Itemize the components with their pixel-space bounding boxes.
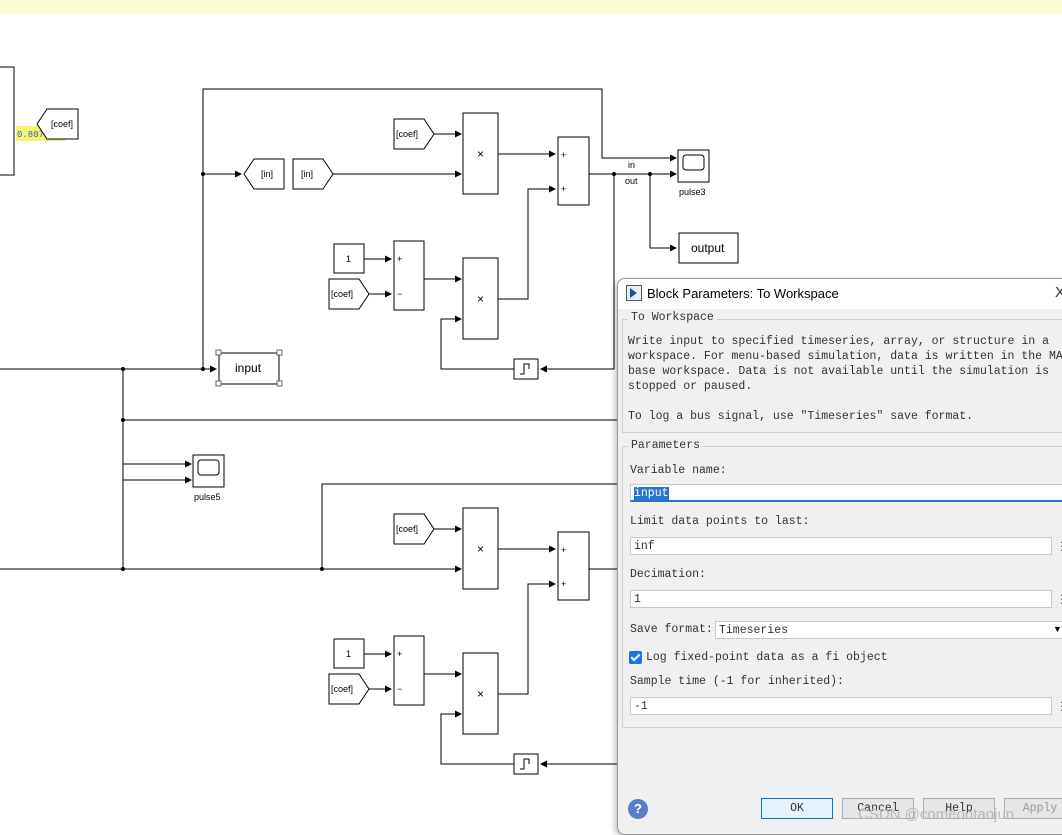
product-symbol-4: × <box>477 687 484 701</box>
sum-minus-label: − <box>397 684 402 694</box>
dialog-title: Block Parameters: To Workspace <box>647 286 839 301</box>
limit-data-label: Limit data points to last: <box>630 515 810 528</box>
more-options-icon[interactable]: ⋮ <box>1056 537 1062 555</box>
save-format-label: Save format: <box>630 623 713 636</box>
variable-name-input[interactable]: input <box>630 484 1062 502</box>
sum-block-1[interactable] <box>557 136 590 206</box>
scope-pulse5-label: pulse5 <box>194 492 221 502</box>
sum-minus-label: − <box>397 289 402 299</box>
sum-plus-label: + <box>561 579 566 589</box>
variable-name-value: input <box>634 487 669 500</box>
limit-data-input[interactable]: inf <box>630 537 1052 555</box>
sum-plus-label: + <box>397 649 402 659</box>
chevron-down-icon: ▼ <box>1053 624 1062 634</box>
ok-button[interactable]: OK <box>761 798 833 819</box>
more-options-icon[interactable]: ⋮ <box>1056 590 1062 608</box>
constant-one-label-2: 1 <box>346 649 351 659</box>
sum-block-2[interactable] <box>393 240 425 311</box>
junction-dot <box>201 367 205 371</box>
selection-handle[interactable] <box>276 380 283 387</box>
variable-name-label: Variable name: <box>630 464 727 477</box>
sum-plus-label: + <box>561 545 566 555</box>
junction-dot <box>201 172 205 176</box>
block-description: Write input to specified timeseries, arr… <box>628 335 1062 423</box>
decimation-input[interactable]: 1 <box>630 590 1052 608</box>
sum-plus-label: + <box>397 254 402 264</box>
sum-plus-label: + <box>561 184 566 194</box>
from-in-label: [in] <box>301 169 313 179</box>
signal-line <box>498 580 556 695</box>
log-fixed-point-checkbox[interactable] <box>629 651 642 664</box>
signal-line-output <box>649 174 677 252</box>
signal-line-top <box>202 88 677 369</box>
selection-handle[interactable] <box>215 380 222 387</box>
scope-screen-icon <box>682 154 705 171</box>
unit-delay-block-2[interactable] <box>513 753 539 775</box>
product-symbol-2: × <box>477 292 484 306</box>
junction-dot <box>612 172 616 176</box>
junction-dot <box>121 418 125 422</box>
signal-line <box>498 185 556 300</box>
junction-dot <box>121 567 125 571</box>
from-coef-label-4: [coef] <box>331 684 353 694</box>
from-coef-label-1: [coef] <box>396 129 418 139</box>
sample-time-value: -1 <box>634 700 648 713</box>
watermark: CSDN @comeontaojun <box>858 806 1015 823</box>
sample-time-input[interactable]: -1 <box>630 697 1052 715</box>
close-icon[interactable]: X <box>1055 284 1062 301</box>
parameters-title: Parameters <box>628 439 704 452</box>
input-block-label: input <box>235 361 262 375</box>
from-coef-label-2: [coef] <box>331 289 353 299</box>
decimation-label: Decimation: <box>630 568 706 581</box>
section-title: To Workspace <box>628 311 717 324</box>
sum-block-3[interactable] <box>557 531 590 601</box>
sum-plus-label: + <box>561 150 566 160</box>
help-icon[interactable]: ? <box>628 799 648 819</box>
output-block-label: output <box>691 241 725 255</box>
port-in-label: in <box>628 160 635 170</box>
simulink-icon <box>626 285 642 301</box>
more-options-icon[interactable]: ⋮ <box>1056 697 1062 715</box>
limit-data-value: inf <box>634 540 655 553</box>
goto-coef-label: [coef] <box>51 119 73 129</box>
scope-screen-icon <box>197 459 220 476</box>
from-coef-label-3: [coef] <box>396 524 418 534</box>
scope-pulse3-label: pulse3 <box>679 187 706 197</box>
log-fixed-point-label: Log fixed-point data as a fi object <box>646 651 888 664</box>
product-symbol-3: × <box>477 542 484 556</box>
save-format-value: Timeseries <box>719 624 789 637</box>
port-out-label: out <box>625 176 638 186</box>
partial-block-left[interactable] <box>0 66 15 176</box>
product-symbol-1: × <box>477 147 484 161</box>
decimation-value: 1 <box>634 593 641 606</box>
constant-one-label-1: 1 <box>346 254 351 264</box>
goto-in-label: [in] <box>261 169 273 179</box>
signal-line <box>122 476 192 569</box>
dialog-title-bar[interactable]: Block Parameters: To Workspace X <box>618 279 1062 309</box>
coef-display-value: 0.807 <box>17 130 44 140</box>
selection-handle[interactable] <box>215 349 222 356</box>
sum-block-4[interactable] <box>393 635 425 706</box>
sample-time-label: Sample time (-1 for inherited): <box>630 675 844 688</box>
unit-delay-block-1[interactable] <box>513 358 539 380</box>
selection-handle[interactable] <box>276 349 283 356</box>
block-parameters-dialog[interactable]: Block Parameters: To Workspace X To Work… <box>617 278 1062 835</box>
save-format-select[interactable]: Timeseries ▼ <box>715 621 1062 639</box>
